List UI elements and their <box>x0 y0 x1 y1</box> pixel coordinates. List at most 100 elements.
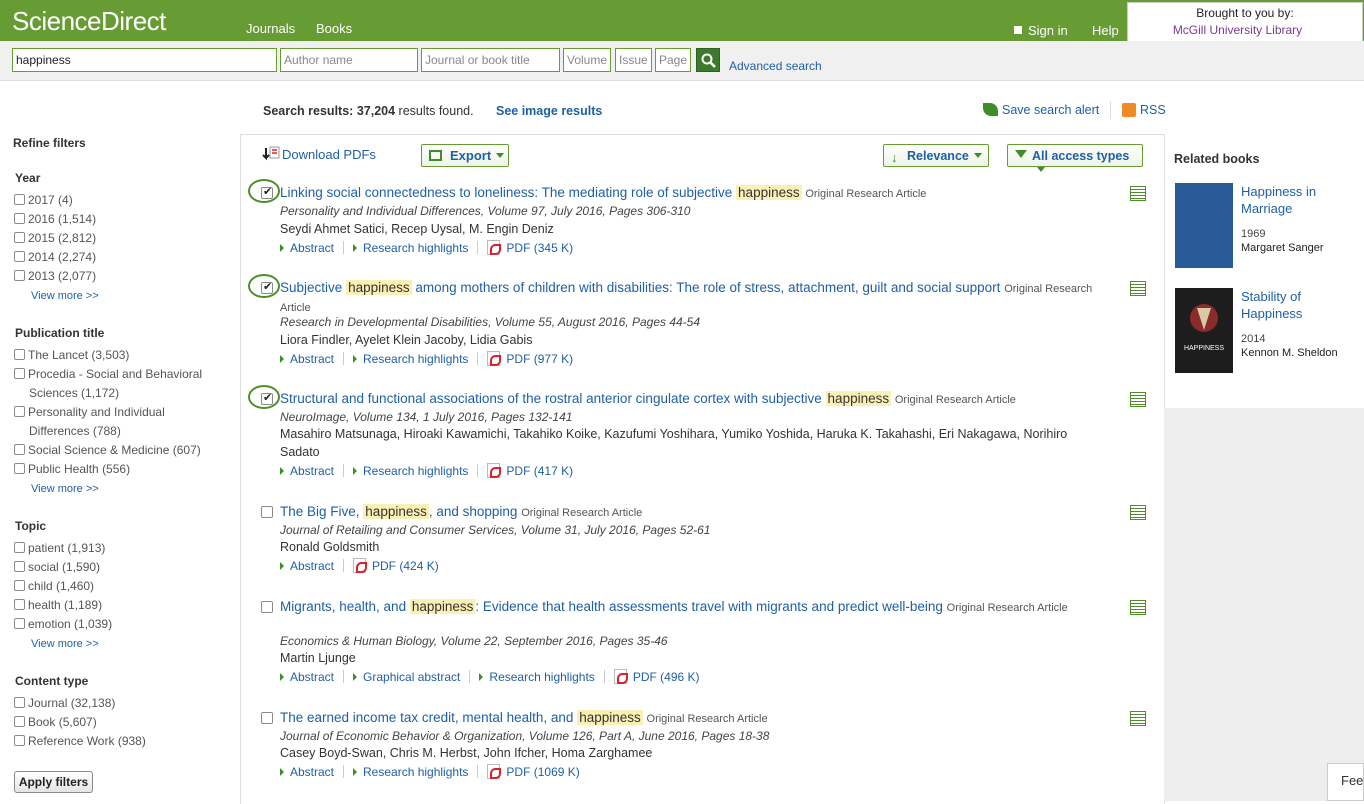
checkbox[interactable] <box>14 213 25 224</box>
filter-year-2017[interactable]: 2017 (4) <box>14 191 214 210</box>
result-checkbox[interactable] <box>261 185 273 199</box>
topic-view-more-link[interactable]: View more >> <box>31 638 99 650</box>
result-title-link[interactable]: The earned income tax credit, mental hea… <box>280 709 1100 728</box>
help-link[interactable]: Help <box>1092 23 1119 38</box>
research-highlights-link[interactable]: Research highlights <box>353 464 468 478</box>
abstract-link[interactable]: Abstract <box>280 241 334 255</box>
filter-content-reference[interactable]: Reference Work (938) <box>14 732 214 751</box>
checkbox[interactable] <box>14 697 25 708</box>
filter-topic-child[interactable]: child (1,460) <box>14 577 214 596</box>
export-button[interactable]: Export <box>421 144 509 167</box>
author-field[interactable]: Author name <box>280 48 418 72</box>
journal-field[interactable]: Journal or book title <box>421 48 560 72</box>
filter-year-2015[interactable]: 2015 (2,812) <box>14 229 214 248</box>
institution-link[interactable]: McGill University Library <box>1128 23 1362 37</box>
research-highlights-link[interactable]: Research highlights <box>353 241 468 255</box>
checkbox[interactable] <box>14 599 25 610</box>
pdf-link[interactable]: PDF (1069 K) <box>487 764 580 779</box>
result-checkbox[interactable] <box>261 601 273 613</box>
checkbox[interactable] <box>14 542 25 553</box>
checkbox[interactable] <box>14 561 25 572</box>
book-cover[interactable] <box>1175 183 1233 268</box>
filter-content-book[interactable]: Book (5,607) <box>14 713 214 732</box>
search-input[interactable]: happiness <box>12 48 277 72</box>
graphical-abstract-link[interactable]: Graphical abstract <box>353 670 460 684</box>
filter-topic-emotion[interactable]: emotion (1,039) <box>14 615 214 634</box>
abstract-link[interactable]: Abstract <box>280 464 334 478</box>
filter-pub-lancet[interactable]: The Lancet (3,503) <box>14 346 214 365</box>
result-title-link[interactable]: Linking social connectedness to loneline… <box>280 184 1100 203</box>
rss-link[interactable]: RSS <box>1122 103 1166 117</box>
apply-filters-button[interactable]: Apply filters <box>14 771 93 793</box>
research-highlights-link[interactable]: Research highlights <box>479 670 595 684</box>
pdf-link[interactable]: PDF (977 K) <box>487 351 573 366</box>
result-checkbox[interactable] <box>261 712 273 724</box>
publication-view-more-link[interactable]: View more >> <box>31 483 99 495</box>
pdf-link[interactable]: PDF (496 K) <box>613 669 700 684</box>
checkbox[interactable] <box>14 270 25 281</box>
issue-field[interactable]: Issue <box>615 48 652 72</box>
filter-content-journal[interactable]: Journal (32,138) <box>14 694 214 713</box>
result-title-link[interactable]: The Big Five, happiness, and shopping Or… <box>280 503 1100 522</box>
feedback-tab[interactable]: Fee <box>1327 763 1364 801</box>
filter-year-2014[interactable]: 2014 (2,274) <box>14 248 214 267</box>
sign-in-link[interactable]: Sign in <box>1014 23 1068 38</box>
checkbox[interactable] <box>14 251 25 262</box>
result-title-link[interactable]: Structural and functional associations o… <box>280 390 1100 409</box>
volume-field[interactable]: Volume <box>563 48 611 72</box>
abstract-link[interactable]: Abstract <box>280 670 334 684</box>
access-type-dropdown[interactable]: All access types <box>1007 144 1143 172</box>
preview-list-icon[interactable] <box>1130 600 1146 615</box>
relevance-sort-dropdown[interactable]: ↓ Relevance <box>883 144 989 167</box>
preview-list-icon[interactable] <box>1130 186 1146 201</box>
preview-list-icon[interactable] <box>1130 711 1146 726</box>
checkbox[interactable] <box>14 232 25 243</box>
result-title-link[interactable]: Subjective happiness among mothers of ch… <box>280 279 1100 317</box>
download-pdfs-button[interactable]: Download PDFs <box>262 146 376 162</box>
nav-journals[interactable]: Journals <box>246 21 295 36</box>
abstract-link[interactable]: Abstract <box>280 559 334 573</box>
preview-list-icon[interactable] <box>1130 392 1146 407</box>
abstract-link[interactable]: Abstract <box>280 352 334 366</box>
result-checkbox[interactable] <box>261 391 273 405</box>
checkbox[interactable] <box>14 618 25 629</box>
checkbox[interactable] <box>14 735 25 746</box>
checkbox[interactable] <box>14 349 25 360</box>
book-title-link[interactable]: Happiness in Marriage <box>1241 183 1351 217</box>
result-checkbox[interactable] <box>261 506 273 518</box>
result-title-link[interactable]: Migrants, health, and happiness: Evidenc… <box>280 598 1100 617</box>
checkbox[interactable] <box>14 406 25 417</box>
pdf-link[interactable]: PDF (424 K) <box>353 558 439 573</box>
checkbox[interactable] <box>14 716 25 727</box>
filter-year-2013[interactable]: 2013 (2,077) <box>14 267 214 286</box>
sciencedirect-logo[interactable]: ScienceDirect <box>12 6 166 37</box>
see-image-results-link[interactable]: See image results <box>496 104 602 118</box>
filter-topic-health[interactable]: health (1,189) <box>14 596 214 615</box>
book-cover[interactable]: HAPPINESS <box>1175 288 1233 373</box>
checkbox[interactable] <box>14 463 25 474</box>
filter-pub-social-science[interactable]: Social Science & Medicine (607) <box>14 441 214 460</box>
page-field[interactable]: Page <box>655 48 691 72</box>
research-highlights-link[interactable]: Research highlights <box>353 765 468 779</box>
filter-topic-social[interactable]: social (1,590) <box>14 558 214 577</box>
research-highlights-link[interactable]: Research highlights <box>353 352 468 366</box>
year-view-more-link[interactable]: View more >> <box>31 290 99 302</box>
save-search-alert-link[interactable]: Save search alert <box>983 103 1099 117</box>
filter-pub-personality[interactable]: Personality and Individual Differences (7… <box>14 403 214 441</box>
book-title-link[interactable]: Stability of Happiness <box>1241 288 1351 322</box>
pdf-link[interactable]: PDF (417 K) <box>487 463 573 478</box>
checkbox[interactable] <box>14 444 25 455</box>
preview-list-icon[interactable] <box>1130 281 1146 296</box>
filter-pub-procedia[interactable]: Procedia - Social and Behavioral Sciences… <box>14 365 214 403</box>
search-button[interactable] <box>696 48 720 72</box>
filter-topic-patient[interactable]: patient (1,913) <box>14 539 214 558</box>
filter-pub-public-health[interactable]: Public Health (556) <box>14 460 214 479</box>
checkbox[interactable] <box>14 368 25 379</box>
checkbox[interactable] <box>14 194 25 205</box>
preview-list-icon[interactable] <box>1130 505 1146 520</box>
advanced-search-link[interactable]: Advanced search <box>729 59 822 73</box>
nav-books[interactable]: Books <box>316 21 352 36</box>
filter-year-2016[interactable]: 2016 (1,514) <box>14 210 214 229</box>
checkbox[interactable] <box>14 580 25 591</box>
pdf-link[interactable]: PDF (345 K) <box>487 240 573 255</box>
